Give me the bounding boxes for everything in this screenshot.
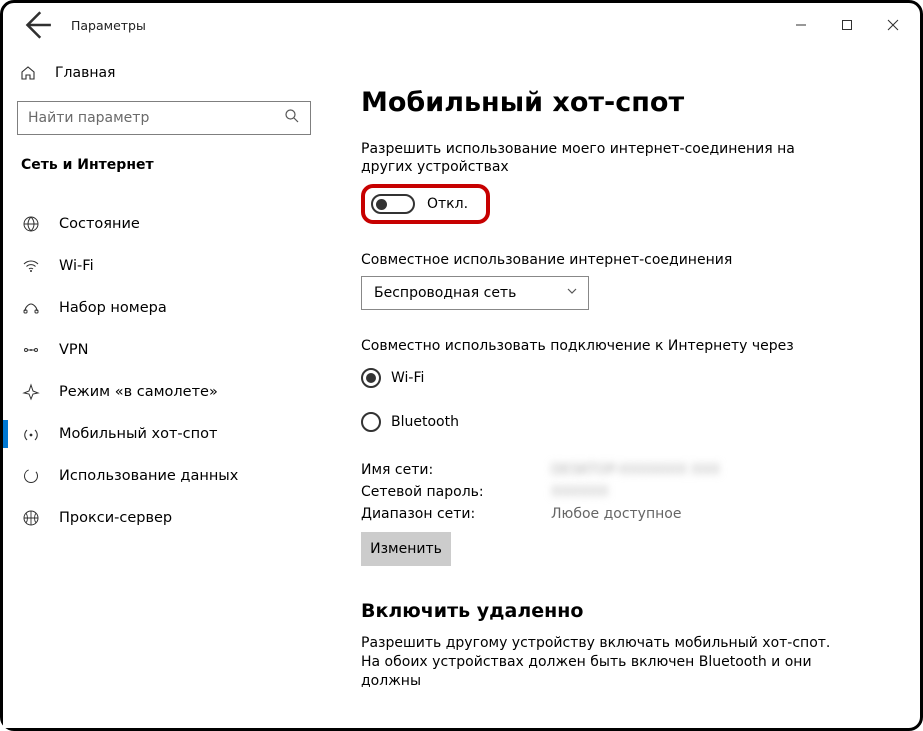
share-connection-label: Совместное использование интернет-соедин… [361,252,892,268]
home-icon [19,65,37,81]
sidebar-item-label: Wi-Fi [59,258,94,274]
sidebar-item-label: Главная [55,65,115,81]
radio-input[interactable] [361,412,381,432]
network-band-label: Диапазон сети: [361,506,551,522]
toggle-state-label: Откл. [427,196,468,212]
sidebar-item-dialup[interactable]: Набор номера [9,287,327,329]
main-content: Мобильный хот-спот Разрешить использован… [333,47,920,728]
search-box[interactable] [17,101,311,135]
maximize-button[interactable] [824,9,870,41]
minimize-button[interactable] [778,9,824,41]
edit-button[interactable]: Изменить [361,532,451,566]
sidebar-item-label: Набор номера [59,300,167,316]
radio-input[interactable] [361,368,381,388]
network-name-label: Имя сети: [361,462,551,478]
radio-wifi[interactable]: Wi-Fi [361,362,892,394]
sidebar-item-vpn[interactable]: VPN [9,329,327,371]
back-button[interactable] [19,8,53,42]
radio-label: Bluetooth [391,414,459,430]
sidebar-item-label: VPN [59,342,89,358]
share-via-label: Совместно использовать подключение к Инт… [361,338,892,354]
remote-heading: Включить удаленно [361,600,892,622]
vpn-icon [21,340,41,360]
toggle-knob [376,199,387,210]
sidebar-item-label: Использование данных [59,468,238,484]
data-usage-icon [21,466,41,486]
sidebar-item-data-usage[interactable]: Использование данных [9,455,327,497]
hotspot-share-label: Разрешить использование моего интернет-с… [361,140,841,176]
remote-description: Разрешить другому устройству включать мо… [361,634,841,691]
sidebar-item-label: Режим «в самолете» [59,384,218,400]
hotspot-icon [21,424,41,444]
sidebar-item-hotspot[interactable]: Мобильный хот-спот [9,413,327,455]
sidebar-item-airplane[interactable]: Режим «в самолете» [9,371,327,413]
sidebar-item-label: Мобильный хот-спот [59,426,217,442]
dialup-icon [21,298,41,318]
sidebar-section-title: Сеть и Интернет [9,143,327,185]
sidebar-item-label: Прокси-сервер [59,510,172,526]
hotspot-highlight: Откл. [361,184,490,224]
globe-net-icon [21,214,41,234]
wifi-icon [21,256,41,276]
window-title: Параметры [71,18,146,33]
hotspot-toggle[interactable] [371,194,415,214]
sidebar-item-status[interactable]: Состояние [9,203,327,245]
dropdown-value: Беспроводная сеть [374,285,516,301]
search-icon [284,108,300,128]
globe-icon [21,508,41,528]
airplane-icon [21,382,41,402]
sidebar-item-home[interactable]: Главная [9,53,327,93]
sidebar-item-label: Состояние [59,216,140,232]
network-password-label: Сетевой пароль: [361,484,551,500]
sidebar-item-wifi[interactable]: Wi-Fi [9,245,327,287]
sidebar-item-proxy[interactable]: Прокси-сервер [9,497,327,539]
radio-label: Wi-Fi [391,370,424,386]
network-band-value: Любое доступное [551,506,892,522]
search-input[interactable] [28,110,284,126]
sidebar: Главная Сеть и Интернет Состояние Wi-Fi … [3,47,333,728]
network-name-value: DESKTOP-XXXXXXX XXX [551,462,892,478]
page-title: Мобильный хот-спот [361,87,892,118]
share-connection-dropdown[interactable]: Беспроводная сеть [361,276,589,310]
network-password-value: XXXXXX [551,484,892,500]
chevron-down-icon [566,285,578,301]
titlebar: Параметры [3,3,920,47]
close-button[interactable] [870,9,916,41]
radio-bluetooth[interactable]: Bluetooth [361,406,892,438]
